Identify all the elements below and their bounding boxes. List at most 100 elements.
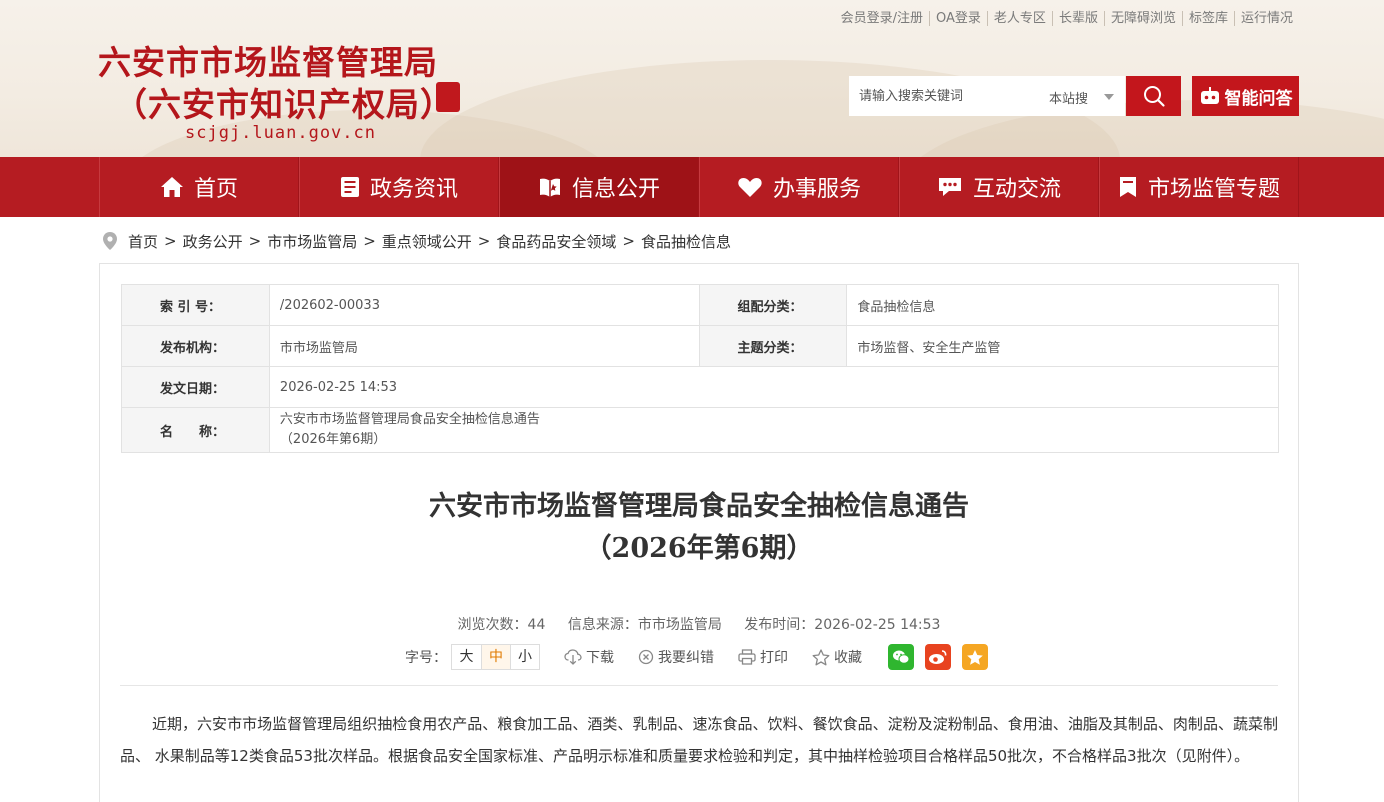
index-label: 索 引 号： — [121, 284, 270, 326]
nav-label: 互动交流 — [972, 177, 1061, 202]
nav-label: 首页 — [193, 177, 238, 202]
site-header: 会员登录/注册 OA登录 老人专区 长辈版 无障碍浏览 标签库 运行情况 六安市… — [0, 0, 1384, 157]
nav-item-info-disclosure[interactable]: 信息公开 — [499, 157, 699, 217]
nav-label: 市场监管专题 — [1147, 177, 1280, 202]
printer-icon — [738, 649, 756, 665]
weibo-share-button[interactable] — [925, 644, 951, 670]
tag-library-link[interactable]: 标签库 — [1181, 11, 1234, 26]
article-title-line1: 六安市市场监督管理局食品安全抽检信息通告 — [429, 491, 969, 522]
content-divider — [120, 685, 1278, 686]
site-title-line2: （六安市知识产权局） — [114, 85, 454, 124]
qzone-share-button[interactable] — [962, 644, 988, 670]
download-button[interactable]: 下载 — [564, 647, 614, 667]
bookmark-icon — [1119, 177, 1136, 197]
search-scope-select[interactable]: 本站搜 — [1049, 88, 1088, 107]
topic-label: 主题分类： — [698, 325, 848, 367]
document-icon — [340, 177, 359, 197]
breadcrumb-bureau[interactable]: 市市场监管局 — [267, 231, 357, 252]
nav-item-market-topics[interactable]: 市场监管专题 — [1099, 157, 1299, 217]
breadcrumb-food-inspection[interactable]: 食品抽检信息 — [641, 231, 731, 252]
article-title: 六安市市场监督管理局食品安全抽检信息通告 （2026年第6期） — [100, 486, 1298, 570]
wechat-share-button[interactable] — [888, 644, 914, 670]
site-domain: scjgj.luan.gov.cn — [185, 123, 376, 143]
chat-icon — [938, 178, 961, 196]
heart-icon — [738, 178, 762, 197]
site-title-line1: 六安市市场监督管理局 — [98, 43, 438, 82]
download-icon — [564, 649, 582, 665]
nav-label: 政务资讯 — [369, 177, 458, 202]
nav-item-home[interactable]: 首页 — [99, 157, 299, 217]
font-size-medium-button[interactable]: 中 — [481, 645, 510, 669]
name-line2: （2026年第6期） — [279, 432, 387, 447]
print-label: 打印 — [760, 650, 788, 666]
robot-icon — [1200, 87, 1219, 104]
breadcrumb-home[interactable]: 首页 — [128, 231, 158, 252]
font-size-label: 字号： — [405, 650, 447, 666]
location-pin-icon — [103, 232, 117, 250]
breadcrumb-separator-icon: > — [477, 232, 491, 250]
share-buttons — [888, 644, 988, 670]
publisher-value: 市市场监管局 — [268, 325, 700, 367]
nav-label: 办事服务 — [772, 177, 861, 202]
favorite-label: 收藏 — [834, 650, 862, 666]
star-icon — [812, 648, 830, 665]
category-label: 组配分类： — [698, 284, 848, 326]
login-register-link[interactable]: 会员登录/注册 — [835, 11, 929, 26]
accessibility-link[interactable]: 无障碍浏览 — [1103, 11, 1182, 26]
nav-item-services[interactable]: 办事服务 — [699, 157, 899, 217]
name-line1: 六安市市场监督管理局食品安全抽检信息通告 — [279, 412, 540, 427]
ai-qa-button[interactable]: 智能问答 — [1192, 76, 1299, 116]
weibo-icon — [929, 650, 947, 664]
search-input[interactable] — [849, 76, 1039, 116]
breadcrumb-separator-icon: > — [248, 232, 262, 250]
search-box: 本站搜 — [849, 76, 1125, 116]
category-value: 食品抽检信息 — [846, 284, 1279, 326]
article-container: 索 引 号： /202602-00033 组配分类： 食品抽检信息 发布机构： … — [99, 263, 1299, 802]
breadcrumb-food-drug[interactable]: 食品药品安全领域 — [496, 231, 616, 252]
article-paragraph: 近期，六安市市场监督管理局组织抽检食用农产品、粮食加工品、酒类、乳制品、速冻食品… — [120, 715, 1278, 765]
nav-label: 信息公开 — [571, 177, 660, 202]
qzone-star-icon — [967, 649, 983, 665]
breadcrumb-separator-icon: > — [363, 232, 376, 250]
search-button[interactable] — [1126, 76, 1181, 116]
chevron-down-icon[interactable] — [1104, 94, 1114, 100]
ai-qa-label: 智能问答 — [1224, 88, 1293, 109]
date-value: 2026-02-25 14:53 — [268, 366, 1280, 408]
report-error-button[interactable]: 我要纠错 — [638, 647, 714, 667]
font-size-switcher: 大 中 小 — [451, 644, 540, 670]
senior-version-link[interactable]: 长辈版 — [1051, 11, 1104, 26]
nav-item-news[interactable]: 政务资讯 — [299, 157, 499, 217]
index-value: /202602-00033 — [268, 284, 700, 326]
article-toolbar: 字号： 大 中 小 下载 我要纠错 打印 收藏 — [405, 644, 988, 670]
search-icon — [1143, 86, 1165, 107]
info-source: 信息来源：市市场监管局 — [567, 617, 722, 633]
site-logo-title[interactable]: 六安市市场监督管理局 （六安市知识产权局） — [98, 42, 454, 126]
oa-login-link[interactable]: OA登录 — [929, 11, 987, 26]
breadcrumb-gov-affairs[interactable]: 政务公开 — [183, 231, 243, 252]
document-meta-table: 索 引 号： /202602-00033 组配分类： 食品抽检信息 发布机构： … — [121, 284, 1280, 453]
breadcrumb: 首页 > 政务公开 > 市市场监管局 > 重点领域公开 > 食品药品安全领域 >… — [102, 230, 731, 252]
article-info: 浏览次数：44 信息来源：市市场监管局 发布时间：2026-02-25 14:5… — [100, 614, 1298, 634]
top-links: 会员登录/注册 OA登录 老人专区 长辈版 无障碍浏览 标签库 运行情况 — [835, 11, 1299, 26]
date-label: 发文日期： — [121, 366, 270, 408]
close-circle-icon — [638, 649, 654, 665]
logo-seal-icon — [436, 82, 460, 112]
font-size-large-button[interactable]: 大 — [452, 645, 481, 669]
view-count: 浏览次数：44 — [457, 617, 546, 633]
home-icon — [160, 177, 183, 197]
report-error-label: 我要纠错 — [658, 650, 714, 666]
publisher-label: 发布机构： — [121, 325, 270, 367]
font-size-small-button[interactable]: 小 — [510, 645, 539, 669]
book-icon — [539, 178, 560, 197]
breadcrumb-separator-icon: > — [164, 232, 177, 250]
download-label: 下载 — [586, 650, 614, 666]
print-button[interactable]: 打印 — [738, 647, 788, 667]
operation-status-link[interactable]: 运行情况 — [1233, 11, 1299, 26]
elderly-zone-link[interactable]: 老人专区 — [986, 11, 1052, 26]
name-label: 名 称： — [121, 407, 270, 453]
breadcrumb-key-areas[interactable]: 重点领域公开 — [382, 231, 472, 252]
nav-item-interaction[interactable]: 互动交流 — [899, 157, 1099, 217]
breadcrumb-separator-icon: > — [622, 232, 635, 250]
favorite-button[interactable]: 收藏 — [812, 647, 862, 667]
topic-value: 市场监督、安全生产监管 — [846, 325, 1279, 367]
